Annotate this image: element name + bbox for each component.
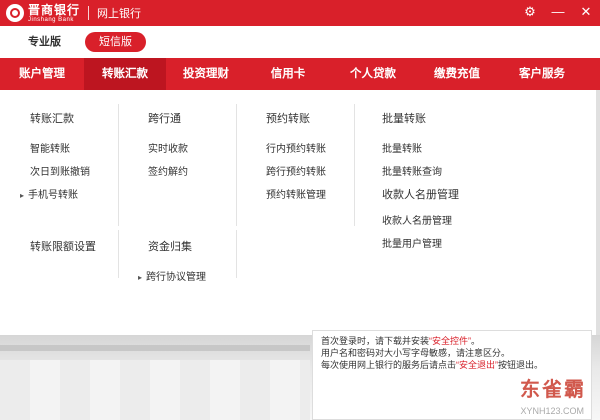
nav-personal-loan[interactable]: 个人贷款 xyxy=(330,58,416,90)
bank-name-cn: 晋商银行 xyxy=(28,2,81,17)
menu-head-batch[interactable]: 批量转账 xyxy=(382,110,459,126)
minimize-icon[interactable]: — xyxy=(550,4,566,20)
watermark-logo: 东雀霸 xyxy=(520,379,586,401)
divider xyxy=(354,104,355,226)
menu-item-intra-scheduled[interactable]: 行内预约转账 xyxy=(266,140,326,155)
background-stripe xyxy=(0,345,310,351)
menu-item-smart-transfer[interactable]: 智能转账 xyxy=(30,140,90,155)
nav-account-management[interactable]: 账户管理 xyxy=(0,58,84,90)
menu-head-fund-pool[interactable]: 资金归集 xyxy=(148,238,206,254)
notice-line-1: 首次登录时，请下载并安装“安全控件”。 xyxy=(321,335,583,347)
watermark-url: XYNH123.COM xyxy=(520,406,584,416)
menu-head-payee-manage[interactable]: 收款人名册管理 xyxy=(382,186,459,202)
divider xyxy=(236,230,237,278)
divider xyxy=(118,230,119,278)
menu-head-limit-setting[interactable]: 转账限额设置 xyxy=(30,238,96,254)
menu-item-inter-scheduled[interactable]: 跨行预约转账 xyxy=(266,163,326,178)
notice-text: 每次使用网上银行的服务后请点击 xyxy=(321,360,457,370)
menu-col-batch: 批量转账 批量转账 批量转账查询 收款人名册管理 收款人名册管理 批量用户管理 xyxy=(382,110,459,258)
nav-bill-payment[interactable]: 缴费充值 xyxy=(416,58,498,90)
menu-col-limit: 转账限额设置 xyxy=(30,238,96,268)
bank-name-en: Jinshang Bank xyxy=(28,16,74,23)
window-title: 网上银行 xyxy=(97,8,142,20)
nav-investment[interactable]: 投资理财 xyxy=(166,58,246,90)
menu-item-realtime-collect[interactable]: 实时收款 xyxy=(148,140,188,155)
main-nav: 账户管理 转账汇款 投资理财 信用卡 个人贷款 缴费充值 客户服务 xyxy=(0,58,600,90)
nav-credit-card[interactable]: 信用卡 xyxy=(246,58,330,90)
menu-col-scheduled: 预约转账 行内预约转账 跨行预约转账 预约转账管理 xyxy=(266,110,326,209)
menu-head-scheduled[interactable]: 预约转账 xyxy=(266,110,326,126)
menu-col-fund-pool: 资金归集 跨行协议管理 xyxy=(146,238,206,291)
safe-exit-text: “安全退出” xyxy=(456,360,499,370)
bank-logo-icon xyxy=(6,4,24,22)
notice-text: 首次登录时，请下载并安装 xyxy=(321,336,430,346)
menu-col-interbank: 跨行通 实时收款 签约解约 xyxy=(148,110,188,186)
title-bar: 晋商银行 Jinshang Bank 网上银行 ⚙ — ✕ xyxy=(0,0,600,26)
nav-transfer[interactable]: 转账汇款 xyxy=(84,58,166,90)
menu-item-batch-user-manage[interactable]: 批量用户管理 xyxy=(382,235,459,250)
notice-line-3: 每次使用网上银行的服务后请点击“安全退出”按钮退出。 xyxy=(321,359,583,371)
menu-item-sign-cancel[interactable]: 签约解约 xyxy=(148,163,188,178)
tab-pro-version[interactable]: 专业版 xyxy=(16,32,73,52)
menu-item-mobile-transfer[interactable]: 手机号转账 xyxy=(20,186,90,201)
background-floor xyxy=(0,360,310,420)
menu-item-scheduled-manage[interactable]: 预约转账管理 xyxy=(266,186,326,201)
notice-line-2: 用户名和密码对大小写字母敏感，请注意区分。 xyxy=(321,348,511,358)
tab-sms-version[interactable]: 短信版 xyxy=(85,32,146,52)
menu-head-transfer[interactable]: 转账汇款 xyxy=(30,110,90,126)
close-icon[interactable]: ✕ xyxy=(578,4,594,20)
gear-icon[interactable]: ⚙ xyxy=(522,4,538,20)
menu-col-transfer: 转账汇款 智能转账 次日到账撤销 手机号转账 xyxy=(28,110,90,209)
transfer-menu-panel: 转账汇款 智能转账 次日到账撤销 手机号转账 跨行通 实时收款 签约解约 预约转… xyxy=(0,90,596,335)
title-divider xyxy=(88,6,90,20)
menu-item-interbank-agreement[interactable]: 跨行协议管理 xyxy=(138,268,206,283)
menu-item-batch-transfer[interactable]: 批量转账 xyxy=(382,140,459,155)
nav-customer-service[interactable]: 客户服务 xyxy=(498,58,586,90)
divider xyxy=(236,104,237,226)
divider xyxy=(118,104,119,226)
menu-head-interbank[interactable]: 跨行通 xyxy=(148,110,188,126)
notice-text: 按钮退出。 xyxy=(498,360,544,370)
menu-item-batch-query[interactable]: 批量转账查询 xyxy=(382,163,459,178)
menu-item-next-day-cancel[interactable]: 次日到账撤销 xyxy=(30,163,90,178)
security-control-link[interactable]: “安全控件” xyxy=(429,336,471,346)
bank-logo: 晋商银行 Jinshang Bank xyxy=(6,4,80,23)
menu-item-payee-manage[interactable]: 收款人名册管理 xyxy=(382,212,459,227)
version-row: 专业版 短信版 xyxy=(0,26,600,58)
notice-text: 。 xyxy=(471,336,481,346)
